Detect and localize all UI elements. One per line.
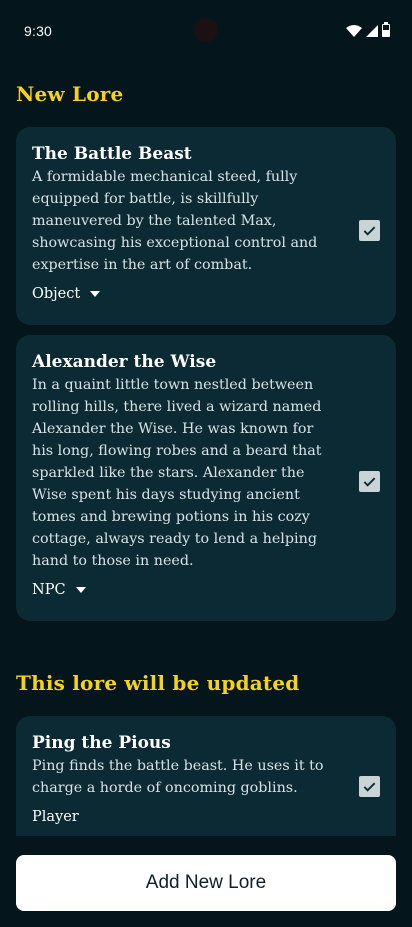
lore-checkbox[interactable] — [359, 471, 380, 492]
lore-description: A formidable mechanical steed, fully equ… — [32, 169, 318, 273]
lore-checkbox[interactable] — [359, 220, 380, 241]
lore-name: Alexander the Wise — [32, 352, 217, 372]
lore-card-battle-beast[interactable]: The Battle Beast A formidable mechanical… — [16, 127, 396, 325]
lore-checkbox[interactable] — [359, 776, 380, 797]
lore-type-label: Player — [32, 809, 79, 825]
status-time: 9:30 — [24, 23, 53, 39]
add-new-lore-button[interactable]: Add New Lore — [16, 855, 396, 911]
check-icon — [363, 226, 376, 236]
check-icon — [363, 477, 376, 487]
status-icons — [346, 22, 390, 37]
lore-name: The Battle Beast — [32, 144, 192, 164]
battery-icon — [382, 22, 390, 37]
signal-icon — [366, 25, 378, 37]
new-lore-heading: New Lore — [16, 82, 124, 106]
lore-type-label: Object — [32, 286, 81, 302]
lore-type-dropdown[interactable]: Object — [32, 286, 336, 302]
updated-lore-heading: This lore will be updated — [16, 671, 300, 695]
camera-cutout — [194, 18, 218, 42]
status-bar: 9:30 — [0, 0, 412, 64]
caret-down-icon — [75, 587, 86, 593]
caret-down-icon — [90, 291, 101, 297]
lore-description: In a quaint little town nestled between … — [32, 377, 322, 569]
check-icon — [363, 782, 376, 792]
lore-card-alexander[interactable]: Alexander the Wise In a quaint little to… — [16, 335, 396, 621]
lore-type-dropdown[interactable]: NPC — [32, 582, 336, 598]
lore-description: Ping finds the battle beast. He uses it … — [32, 758, 324, 796]
lore-name: Ping the Pious — [32, 733, 171, 753]
lore-type-label: NPC — [32, 582, 66, 598]
wifi-icon — [346, 25, 362, 37]
